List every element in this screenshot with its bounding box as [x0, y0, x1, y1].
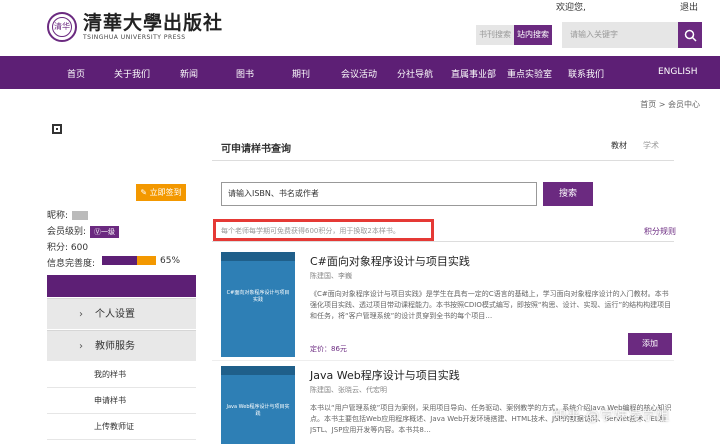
nav-conferences[interactable]: 会议活动 [341, 67, 377, 80]
book-cover[interactable]: Java Web程序设计与项目实践 [221, 366, 295, 444]
highlight-annotation-box [213, 219, 434, 241]
page-title: 可申请样书查询 [221, 144, 291, 155]
search-icon [684, 29, 697, 42]
points-value: 600 [70, 243, 89, 253]
avatar-icon [52, 124, 62, 134]
chevron-right-icon: › [79, 341, 83, 352]
nav-divisions[interactable]: 直属事业部 [451, 67, 496, 80]
book-search-input[interactable]: 请输入ISBN、书名或作者 [221, 182, 537, 206]
sidebar-sub-apply-samples[interactable]: 申请样书 [47, 388, 196, 414]
nickname-mask [72, 211, 89, 220]
book-price: 定价：86元 [310, 345, 347, 353]
divider [212, 160, 674, 161]
nav-labs[interactable]: 重点实验室 [507, 67, 552, 80]
signin-button[interactable]: ✎ 立即签到 [136, 184, 186, 201]
search-scope-toggle: 书刊搜索 站内搜索 [476, 25, 552, 45]
tab-site-search[interactable]: 站内搜索 [514, 25, 552, 45]
main-nav: 首页 关于我们 新闻 图书 期刊 会议活动 分社导航 直属事业部 重点实验室 联… [0, 56, 720, 89]
nav-journals[interactable]: 期刊 [292, 67, 310, 80]
divider [212, 360, 674, 361]
welcome-text: 欢迎您, [556, 3, 586, 13]
sidebar-sub-upload-certificate[interactable]: 上传教师证 [47, 414, 196, 440]
header-search-input[interactable]: 请输入关键字 [562, 22, 678, 48]
completion-label: 信息完善度: [47, 259, 96, 269]
nav-news[interactable]: 新闻 [180, 67, 198, 80]
logout-link[interactable]: 退出 [680, 0, 698, 13]
nav-english[interactable]: ENGLISH [658, 67, 698, 77]
sidebar-item-personal-settings[interactable]: › 个人设置 [47, 298, 196, 329]
chevron-right-icon: › [79, 309, 83, 320]
book-cover[interactable]: C#面向对象程序设计与项目实践 [221, 252, 295, 357]
completion-progress-bar [102, 256, 156, 265]
nav-about[interactable]: 关于我们 [114, 67, 150, 80]
nav-branches[interactable]: 分社导航 [397, 67, 433, 80]
nav-contact[interactable]: 联系我们 [568, 67, 604, 80]
level-badge: Ⓥ一级 [90, 226, 120, 238]
header-search-button[interactable] [678, 22, 702, 48]
book-authors: 陈建国、张晓云、代宏明 [310, 386, 387, 394]
points-row: 积分: 600 [47, 243, 89, 253]
site-logo[interactable]: 清华 清華大學出版社 TSINGHUA UNIVERSITY PRESS [47, 12, 223, 42]
university-seal-icon: 清华 [47, 12, 77, 42]
breadcrumb[interactable]: 首页 > 会员中心 [640, 99, 700, 110]
tab-textbook[interactable]: 教材 [611, 140, 627, 151]
nav-books[interactable]: 图书 [236, 67, 254, 80]
level-row: 会员级别: Ⓥ一级 [47, 224, 120, 238]
divider [212, 241, 674, 242]
completion-progress-fill [102, 256, 138, 265]
book-title[interactable]: Java Web程序设计与项目实践 [310, 367, 460, 383]
points-rules-link[interactable]: 积分规则 [644, 226, 676, 237]
site-header: 清华 清華大學出版社 TSINGHUA UNIVERSITY PRESS 欢迎您… [0, 0, 720, 56]
logo-chinese: 清華大學出版社 [83, 12, 224, 34]
nav-home[interactable]: 首页 [67, 67, 85, 80]
sidebar-header-bar [47, 275, 196, 297]
completion-percent: 65% [160, 256, 181, 266]
logo-english: TSINGHUA UNIVERSITY PRESS [83, 34, 186, 41]
tab-book-search[interactable]: 书刊搜索 [476, 25, 514, 45]
book-description: 《C#面向对象程序设计与项目实践》是学生在具有一定的C语言的基础上，学习面向对象… [310, 290, 672, 320]
tab-academic[interactable]: 学术 [643, 140, 659, 151]
sidebar-sub-my-samples[interactable]: 我的样书 [47, 362, 196, 388]
watermark: 知乎 @学妹凌学姐 [553, 409, 671, 424]
book-authors: 陈建国、李巍 [310, 272, 352, 280]
book-title[interactable]: C#面向对象程序设计与项目实践 [310, 253, 470, 269]
nickname-row: 昵称: [47, 208, 89, 221]
sidebar-item-teacher-service[interactable]: › 教师服务 [47, 330, 196, 361]
book-search-button[interactable]: 搜索 [543, 182, 593, 206]
add-book-button[interactable]: 添加 [628, 333, 672, 355]
